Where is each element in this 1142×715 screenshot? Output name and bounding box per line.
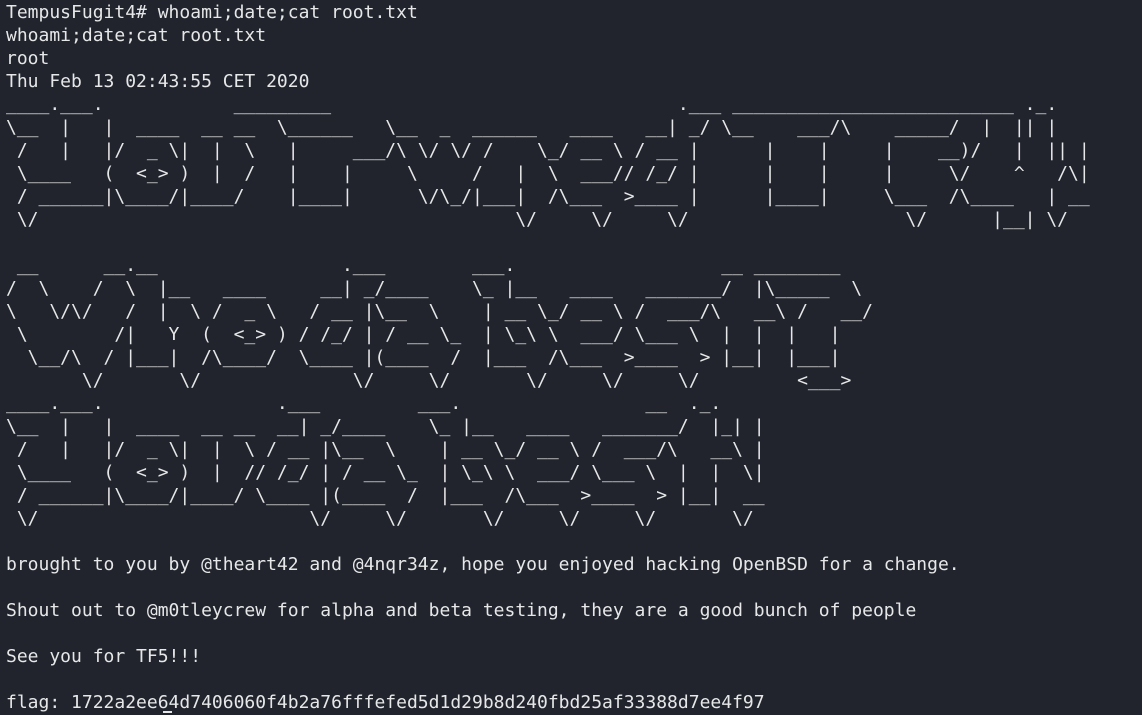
ascii-art-line: \__ | | ____ __ __ \______ \__ _ ______ … xyxy=(6,117,1058,138)
see-you-text: See you for TF5!!! xyxy=(6,646,202,667)
ascii-art-line: / ______|\____/|____/ \____ |(____ / |__… xyxy=(6,485,765,506)
credits-text: brought to you by @theart42 and @4nqr34z… xyxy=(6,554,960,575)
ascii-art-line: / | |/ _ \| | \ | ___/\ \/ \/ / \_/ __ \… xyxy=(6,140,1090,161)
ascii-art-line: \__/\ / |___| /\____/ \____ |(____ / |__… xyxy=(6,347,841,368)
shoutout-text: Shout out to @m0tleycrew for alpha and b… xyxy=(6,600,917,621)
ascii-art-line: \__ | | ____ __ __ __| _/____ \_ |__ ___… xyxy=(6,416,765,437)
ascii-art-banner-1: ____.___. _________ .___ _______________… xyxy=(6,93,1142,231)
ascii-art-line: \ /| Y ( <_> ) / /_/ | / __ \_ | \_\ \ _… xyxy=(6,324,841,345)
ascii-art-line: \/ \/ \/ \/ \/ |__| \/ xyxy=(6,209,1069,230)
terminal-window[interactable]: TempusFugit4# whoami;date;cat root.txt w… xyxy=(0,0,1142,715)
date-output: Thu Feb 13 02:43:55 CET 2020 xyxy=(6,71,310,92)
ascii-art-line: ____.___. .___ ___. __ ._. xyxy=(6,393,722,414)
ascii-art-line: __ __.__ .___ ___. __ ________ xyxy=(6,255,841,276)
flag-text: flag: 1722a2ee64d7406060f4b2a76fffefed5d… xyxy=(6,692,765,713)
ascii-art-line: / ______|\____/|____/ |____| \/\_/|___| … xyxy=(6,186,1090,207)
whoami-output: root xyxy=(6,48,50,69)
ascii-art-banner-2: __ __.__ .___ ___. __ ________ / \ / \ |… xyxy=(6,254,1142,392)
ascii-art-line: \____ ( <_> ) | // /_/ | / __ \_ | \_\ \… xyxy=(6,462,765,483)
ascii-art-line: / \ / \ |__ ____ __| _/____ \_ |__ ____ … xyxy=(6,278,863,299)
ascii-art-line: \/ \/ \/ \/ \/ \/ \/ xyxy=(6,508,754,529)
ascii-art-line: / | |/ _ \| | \ / __ |\__ \ | __ \_/ __ … xyxy=(6,439,765,460)
ascii-art-line: \____ ( <_> ) | / | | \ / | \ ___// /_/ … xyxy=(6,163,1090,184)
ascii-art-line: ____.___. _________ .___ _______________… xyxy=(6,94,1058,115)
command-prompt-line: TempusFugit4# whoami;date;cat root.txt xyxy=(6,2,418,23)
command-echo-line: whoami;date;cat root.txt xyxy=(6,25,267,46)
ascii-art-line: \ \/\/ / | \ / _ \ / __ |\__ \ | __ \_/ … xyxy=(6,301,873,322)
ascii-art-banner-3: ____.___. .___ ___. __ ._. \__ | | ____ … xyxy=(6,392,1142,530)
terminal-cursor xyxy=(163,711,172,713)
ascii-art-line: \/ \/ \/ \/ \/ \/ \/ <___> xyxy=(6,370,852,391)
